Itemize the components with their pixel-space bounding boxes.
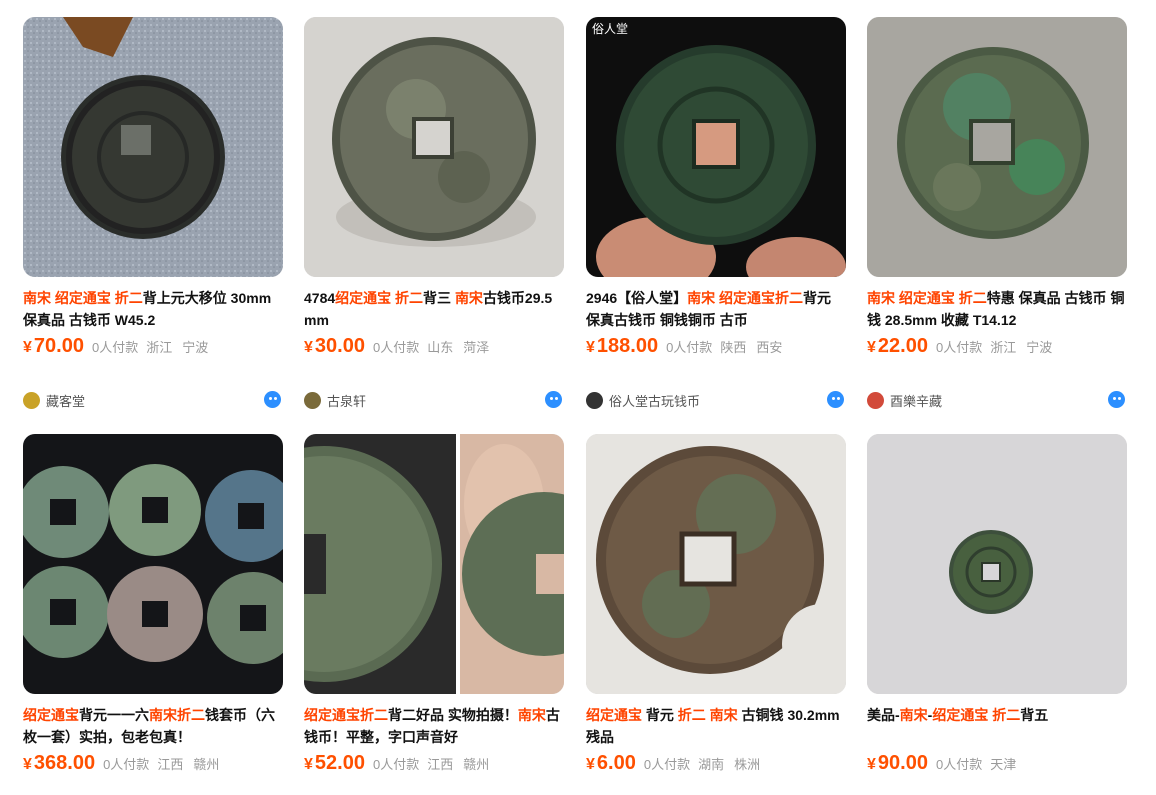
price-row: ¥368.00 0人付款 江西 赣州: [23, 752, 219, 780]
sold-count: 0人付款: [643, 757, 691, 772]
title-keyword: 南宋: [517, 707, 546, 723]
chat-icon[interactable]: [545, 391, 562, 408]
price: ¥368.00: [23, 752, 96, 774]
title-keyword: 绍定通宝 折二: [335, 290, 424, 306]
location-city: 宁波: [182, 340, 209, 355]
title-keyword: 南宋 绍定通宝 折二: [23, 290, 143, 306]
location-city: 赣州: [463, 757, 490, 772]
title-keyword: 折二 南宋: [677, 707, 738, 723]
sold-count: 0人付款: [91, 340, 139, 355]
product-title[interactable]: 绍定通宝折二背二好品 实物拍摄！南宋古钱币！平整，字口声音好: [304, 704, 564, 748]
shop-avatar: [304, 391, 321, 409]
product-title[interactable]: 南宋 绍定通宝 折二背上元大移位 30mm 保真品 古钱币 W45.2: [23, 287, 283, 331]
shop-name[interactable]: 藏客堂: [46, 391, 85, 410]
title-keyword: 绍定通宝 折二: [932, 707, 1021, 723]
price-row: ¥70.00 0人付款 浙江 宁波: [23, 335, 208, 363]
sold-count: 0人付款: [372, 757, 420, 772]
price-row: ¥90.00 0人付款 天津: [867, 752, 1016, 780]
title-text: 2946【俗人堂】: [586, 290, 688, 306]
chat-icon[interactable]: [264, 391, 281, 408]
price: ¥22.00: [867, 335, 928, 357]
location-province: 浙江: [146, 340, 173, 355]
location-province: 山东: [427, 340, 454, 355]
product-image[interactable]: [23, 434, 283, 694]
location-province: 天津: [990, 757, 1017, 772]
product-image[interactable]: [867, 434, 1127, 694]
price-row: ¥188.00 0人付款 陕西 西安: [586, 335, 782, 363]
location-province: 江西: [427, 757, 454, 772]
price-row: ¥22.00 0人付款 浙江 宁波: [867, 335, 1052, 363]
price: ¥30.00: [304, 335, 365, 357]
location-city: 宁波: [1026, 340, 1053, 355]
title-text: 背五: [1020, 707, 1049, 723]
sold-count: 0人付款: [666, 340, 713, 355]
title-text: 背元: [642, 707, 678, 723]
price: ¥90.00: [867, 752, 928, 774]
product-image[interactable]: [304, 434, 564, 694]
title-keyword: 绍定通宝: [586, 707, 642, 723]
sold-count: 0人付款: [103, 757, 150, 772]
title-keyword: 南宋折二: [149, 707, 205, 723]
sold-count: 0人付款: [935, 340, 983, 355]
product-image[interactable]: [867, 17, 1127, 277]
chat-icon[interactable]: [827, 391, 844, 408]
title-keyword: 南宋: [454, 290, 483, 306]
shop-row[interactable]: 藏客堂: [23, 390, 283, 410]
product-title[interactable]: 绍定通宝 背元 折二 南宋 古铜钱 30.2mm 残品: [586, 704, 846, 748]
product-image[interactable]: 俗人堂: [586, 17, 846, 277]
price: ¥70.00: [23, 335, 84, 357]
shop-name[interactable]: 俗人堂古玩钱币: [609, 391, 700, 410]
location-province: 湖南: [698, 757, 725, 772]
title-text: 4784: [304, 290, 336, 306]
location-province: 江西: [157, 757, 184, 772]
title-keyword: 绍定通宝: [23, 707, 79, 723]
shop-name[interactable]: 古泉轩: [327, 391, 366, 410]
title-text: 背元一一六: [79, 707, 149, 723]
location-city: 赣州: [193, 757, 220, 772]
title-text: 美品-: [867, 707, 900, 723]
shop-avatar: [23, 391, 40, 409]
shop-avatar: [867, 391, 884, 409]
title-keyword: 南宋 绍定通宝折二: [687, 290, 804, 306]
shop-avatar: [586, 391, 603, 409]
sold-count: 0人付款: [372, 340, 420, 355]
location-province: 浙江: [990, 340, 1017, 355]
location-city: 西安: [756, 340, 783, 355]
price-row: ¥30.00 0人付款 山东 菏泽: [304, 335, 489, 363]
product-title[interactable]: 美品-南宋-绍定通宝 折二背五: [867, 704, 1127, 748]
title-text: 背二好品 实物拍摄！: [388, 707, 518, 723]
product-image[interactable]: [586, 434, 846, 694]
price: ¥52.00: [304, 752, 365, 774]
image-watermark: 俗人堂: [592, 22, 628, 36]
title-text: 背三: [423, 290, 455, 306]
price-row: ¥6.00 0人付款 湖南 株洲: [586, 752, 760, 780]
chat-icon[interactable]: [1108, 391, 1125, 408]
location-province: 陕西: [720, 340, 747, 355]
product-title[interactable]: 南宋 绍定通宝 折二特惠 保真品 古钱币 铜钱 28.5mm 收藏 T14.12: [867, 287, 1127, 331]
shop-row[interactable]: 酉樂辛藏: [867, 390, 1127, 410]
location-city: 株洲: [734, 757, 761, 772]
location-city: 菏泽: [463, 340, 490, 355]
price: ¥6.00: [586, 752, 636, 774]
price: ¥188.00: [586, 335, 659, 357]
sold-count: 0人付款: [935, 757, 983, 772]
title-keyword: 南宋: [899, 707, 928, 723]
product-title[interactable]: 绍定通宝背元一一六南宋折二钱套币（六枚一套）实拍，包老包真！: [23, 704, 283, 748]
shop-row[interactable]: 古泉轩: [304, 390, 564, 410]
product-image[interactable]: [23, 17, 283, 277]
product-title[interactable]: 2946【俗人堂】南宋 绍定通宝折二背元 保真古钱币 铜钱铜币 古币: [586, 287, 846, 331]
product-image[interactable]: [304, 17, 564, 277]
product-title[interactable]: 4784绍定通宝 折二背三 南宋古钱币29.5mm: [304, 287, 564, 331]
title-keyword: 绍定通宝折二: [304, 707, 388, 723]
shop-name[interactable]: 酉樂辛藏: [890, 391, 942, 410]
title-keyword: 南宋 绍定通宝 折二: [867, 290, 987, 306]
shop-row[interactable]: 俗人堂古玩钱币: [586, 390, 846, 410]
product-grid: 南宋 绍定通宝 折二背上元大移位 30mm 保真品 古钱币 W45.2 ¥70.…: [0, 0, 1156, 795]
price-row: ¥52.00 0人付款 江西 赣州: [304, 752, 489, 780]
